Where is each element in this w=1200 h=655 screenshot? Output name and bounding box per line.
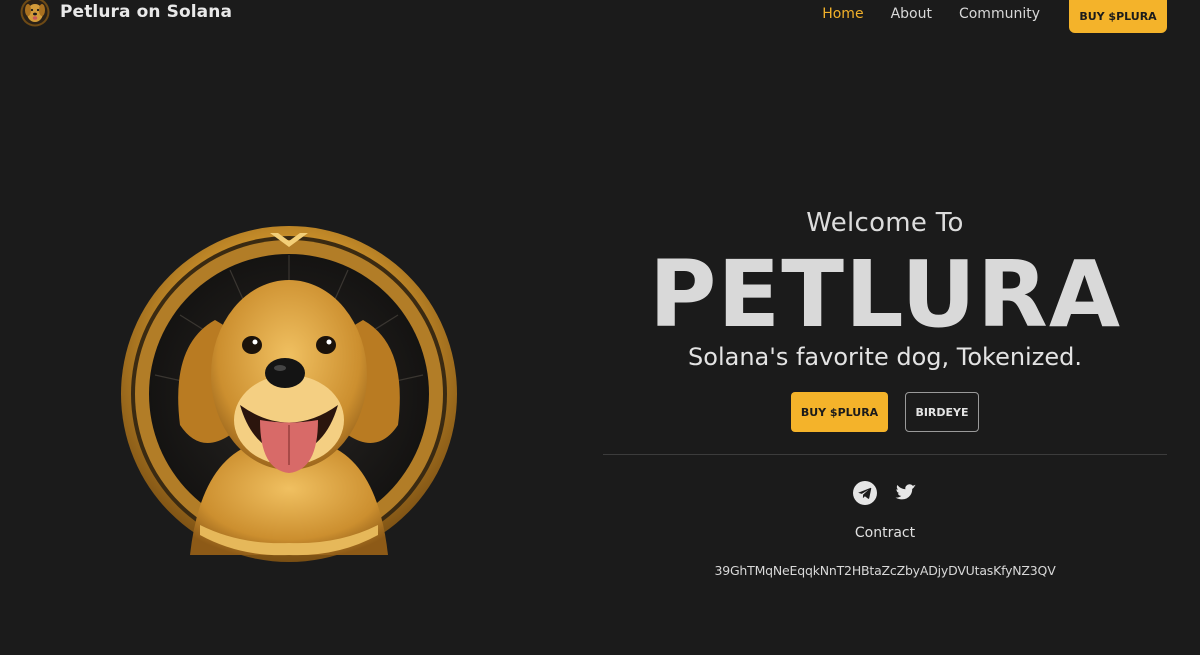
hero-tagline: Solana's favorite dog, Tokenized. xyxy=(688,343,1082,371)
nav-link-about[interactable]: About xyxy=(891,6,932,22)
hero-welcome: Welcome To xyxy=(806,208,964,238)
hero-buttons: BUY $PLURA BIRDEYE xyxy=(603,392,1169,432)
nav-buy-button[interactable]: BUY $PLURA xyxy=(1069,0,1167,33)
nav-links: Home About Community xyxy=(822,6,1040,22)
brand-link[interactable]: Petlura on Solana xyxy=(20,0,232,27)
hero-buy-button[interactable]: BUY $PLURA xyxy=(791,392,888,432)
social-links xyxy=(603,480,1167,506)
brand-logo xyxy=(20,0,50,27)
nav-link-community[interactable]: Community xyxy=(959,6,1040,22)
telegram-icon[interactable] xyxy=(852,480,878,506)
petlura-coin-image xyxy=(121,226,457,562)
contract-label: Contract xyxy=(854,525,916,541)
twitter-icon[interactable] xyxy=(892,480,918,506)
navbar: Petlura on Solana Home About Community B… xyxy=(0,0,1200,34)
hero-title: PETLURA xyxy=(648,241,1122,348)
birdeye-button[interactable]: BIRDEYE xyxy=(905,392,979,432)
divider xyxy=(603,454,1167,455)
contract-address[interactable]: 39GhTMqNeEqqkNnT2HBtaZcZbyADjyDVUtasKfyN… xyxy=(603,563,1167,578)
nav-link-home[interactable]: Home xyxy=(822,6,863,22)
brand-name: Petlura on Solana xyxy=(60,2,233,22)
